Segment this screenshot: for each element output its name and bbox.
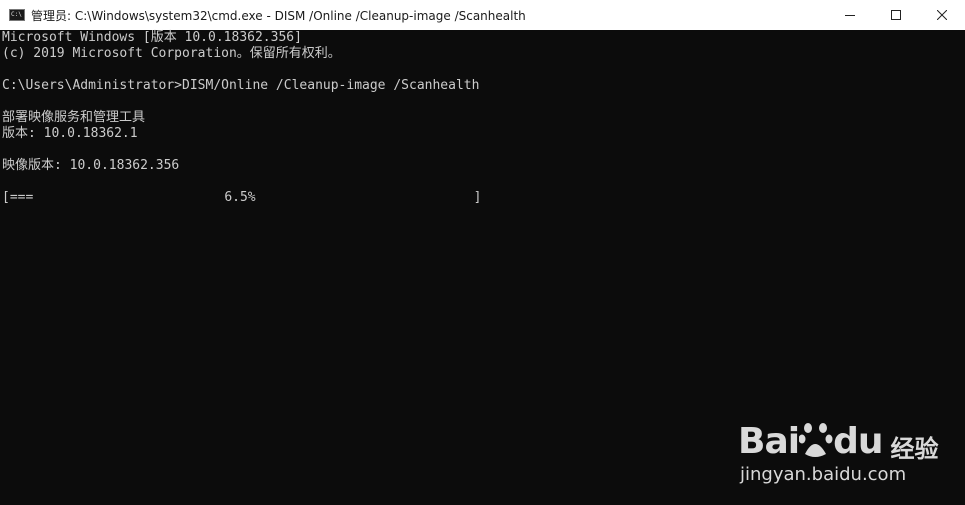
console-line: Microsoft Windows [版本 10.0.18362.356]	[2, 30, 302, 45]
baidu-logo: Bai du 经验	[738, 400, 948, 463]
console-line: 部署映像服务和管理工具	[2, 110, 146, 125]
progress-bar-close: ]	[473, 190, 482, 205]
minimize-button[interactable]	[827, 0, 873, 30]
console-line: 版本: 10.0.18362.1	[2, 126, 138, 141]
progress-bar-open: [	[2, 190, 10, 205]
watermark-url: jingyan.baidu.com	[740, 464, 907, 485]
maximize-button[interactable]	[873, 0, 919, 30]
close-button[interactable]	[919, 0, 965, 30]
brand-du: du	[833, 421, 883, 462]
cmd-window: C:\ 管理员: C:\Windows\system32\cmd.exe - D…	[0, 0, 965, 505]
progress-percent: 6.5%	[224, 190, 256, 205]
maximize-icon	[891, 10, 901, 20]
minimize-icon	[845, 15, 855, 16]
close-icon	[937, 10, 947, 20]
window-controls	[827, 0, 965, 30]
window-title: 管理员: C:\Windows\system32\cmd.exe - DISM …	[31, 8, 526, 23]
progress-bar: [=== 6.5%]	[2, 190, 965, 206]
title-bar[interactable]: C:\ 管理员: C:\Windows\system32\cmd.exe - D…	[0, 0, 965, 30]
brand-bai: Bai	[738, 421, 800, 462]
paw-icon	[799, 423, 833, 457]
console-line: C:\Users\Administrator>DISM/Online /Clea…	[2, 78, 480, 93]
baidu-jingyan-watermark: Bai du 经验 jingyan.baidu.com	[738, 400, 948, 490]
progress-bar-fill: ===	[9, 190, 34, 205]
console-line: 映像版本: 10.0.18362.356	[2, 158, 180, 173]
console-line: (c) 2019 Microsoft Corporation。保留所有权利。	[2, 46, 341, 61]
cmd-icon[interactable]: C:\	[9, 9, 25, 21]
brand-jingyan: 经验	[890, 435, 939, 463]
